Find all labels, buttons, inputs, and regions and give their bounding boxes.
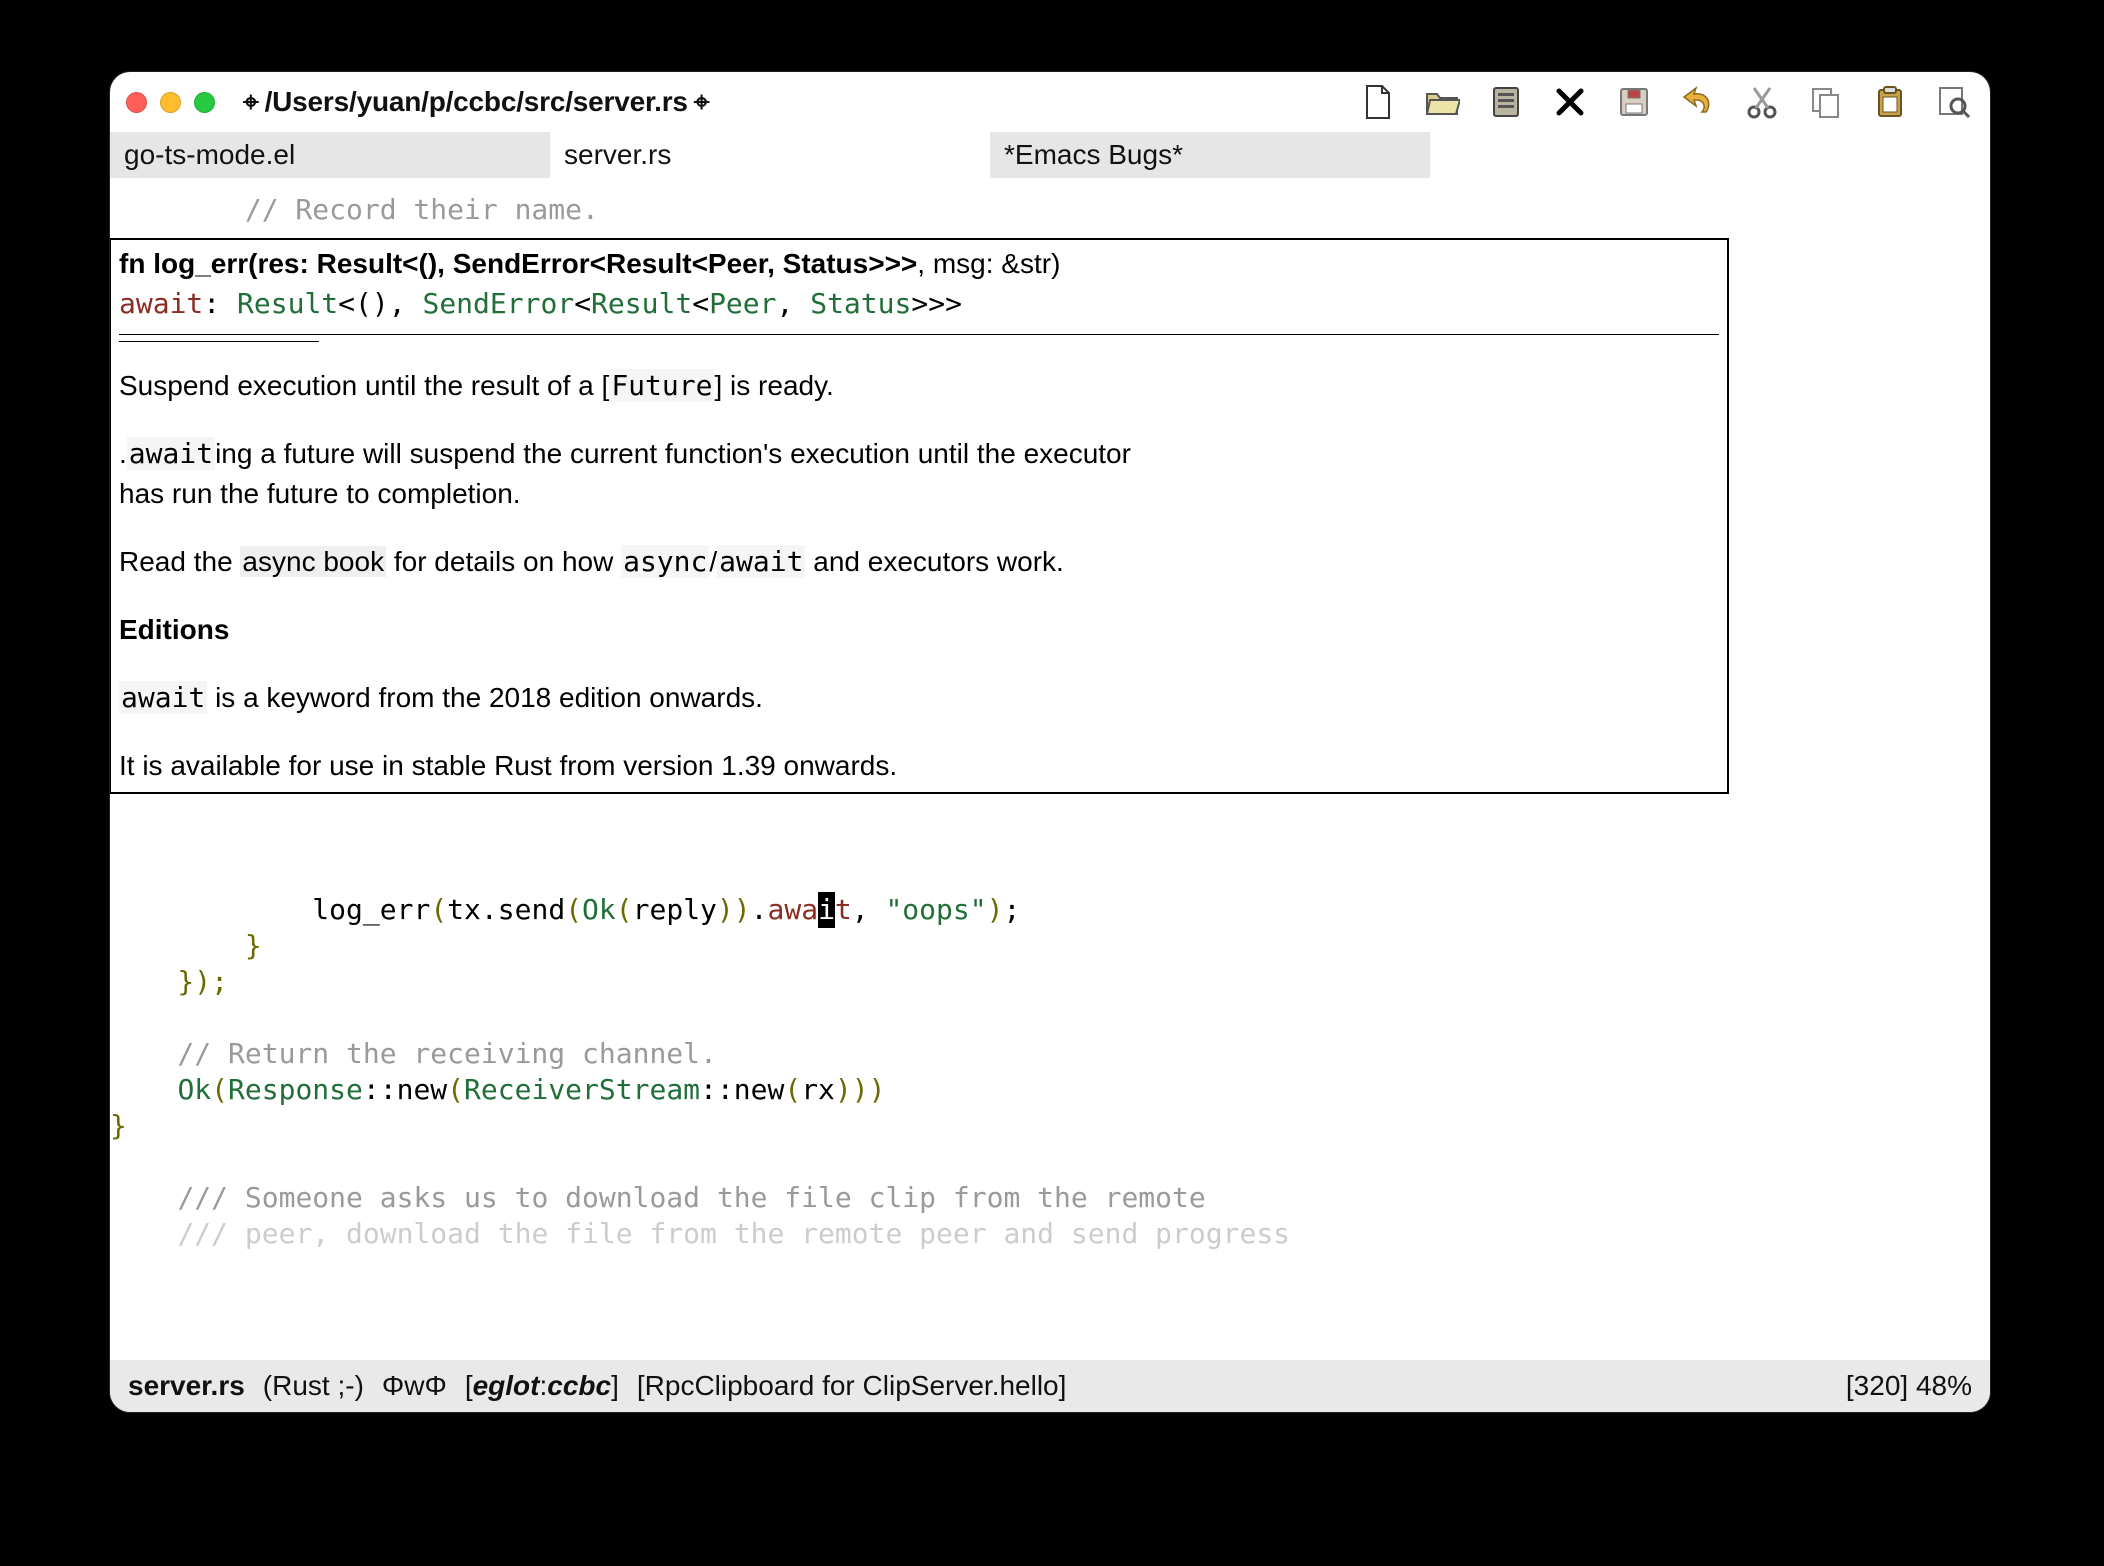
titlebar: ⌖ /Users/yuan/p/ccbc/src/server.rs ⌖	[110, 72, 1990, 132]
modeline-which-function: [RpcClipboard for ClipServer.hello]	[637, 1370, 1067, 1402]
tab-go-ts-mode[interactable]: go-ts-mode.el	[110, 132, 550, 178]
undo-icon[interactable]	[1678, 82, 1718, 122]
zoom-window-button[interactable]	[194, 92, 215, 113]
editions-header: Editions	[119, 610, 1719, 650]
modeline-position: [320] 48%	[1846, 1370, 1972, 1402]
doc-line-6: It is available for use in stable Rust f…	[119, 746, 1719, 786]
open-icon[interactable]	[1422, 82, 1462, 122]
saved-marker-left-icon: ⌖	[243, 86, 259, 119]
tab-server-rs[interactable]: server.rs	[550, 132, 990, 178]
title-path-text: /Users/yuan/p/ccbc/src/server.rs	[265, 86, 688, 118]
directory-icon[interactable]	[1486, 82, 1526, 122]
modeline-phi: ΦwΦ	[382, 1370, 447, 1402]
tab-bar: go-ts-mode.el server.rs *Emacs Bugs*	[110, 132, 1990, 178]
save-icon[interactable]	[1614, 82, 1654, 122]
modeline-eglot: [eglot:ccbc]	[465, 1370, 619, 1402]
doc-line-4: Read the async book for details on how a…	[119, 542, 1719, 582]
saved-marker-right-icon: ⌖	[694, 86, 710, 119]
paste-icon[interactable]	[1870, 82, 1910, 122]
title-path: ⌖ /Users/yuan/p/ccbc/src/server.rs ⌖	[243, 86, 709, 119]
popup-short-rule	[119, 341, 319, 342]
signature-line: fn log_err(res: Result<(), SendError<Res…	[119, 244, 1719, 284]
modeline: server.rs (Rust ;-) ΦwΦ [eglot:ccbc] [Rp…	[110, 1360, 1990, 1412]
doc-line-5: await is a keyword from the 2018 edition…	[119, 678, 1719, 718]
sig-tail: , msg: &str)	[917, 248, 1060, 279]
hover-doc-popup: fn log_err(res: Result<(), SendError<Res…	[110, 238, 1729, 794]
code-buffer[interactable]: // Record their name. fn log_err(res: Re…	[110, 178, 1990, 1360]
sig-bold: fn log_err(res: Result<(), SendError<Res…	[119, 248, 917, 279]
text-cursor: i	[818, 892, 835, 928]
editor-window: ⌖ /Users/yuan/p/ccbc/src/server.rs ⌖	[110, 72, 1990, 1412]
window-controls	[126, 92, 215, 113]
code-top: // Record their name.	[110, 178, 1990, 228]
modeline-file: server.rs	[128, 1370, 245, 1402]
new-file-icon[interactable]	[1358, 82, 1398, 122]
tab-emacs-bugs[interactable]: *Emacs Bugs*	[990, 132, 1430, 178]
toolbar	[1358, 82, 1974, 122]
close-window-button[interactable]	[126, 92, 147, 113]
code-bottom: log_err(tx.send(Ok(reply)).await, "oops"…	[110, 878, 1290, 1252]
future-code: Future	[609, 369, 714, 402]
code-comment: // Record their name.	[245, 193, 599, 226]
minimize-window-button[interactable]	[160, 92, 181, 113]
async-book-link[interactable]: async book	[240, 546, 386, 577]
doc-line-3: has run the future to completion.	[119, 474, 1719, 514]
await-kw: await	[119, 287, 203, 320]
modeline-mode: (Rust ;-)	[263, 1370, 364, 1402]
signature-type-line: await: Result<(), SendError<Result<Peer,…	[119, 284, 1719, 324]
copy-icon[interactable]	[1806, 82, 1846, 122]
doc-line-1: Suspend execution until the result of a …	[119, 366, 1719, 406]
cut-icon[interactable]	[1742, 82, 1782, 122]
popup-rule	[119, 334, 1719, 335]
search-icon[interactable]	[1934, 82, 1974, 122]
close-icon[interactable]	[1550, 82, 1590, 122]
doc-line-2: .awaiting a future will suspend the curr…	[119, 434, 1719, 474]
